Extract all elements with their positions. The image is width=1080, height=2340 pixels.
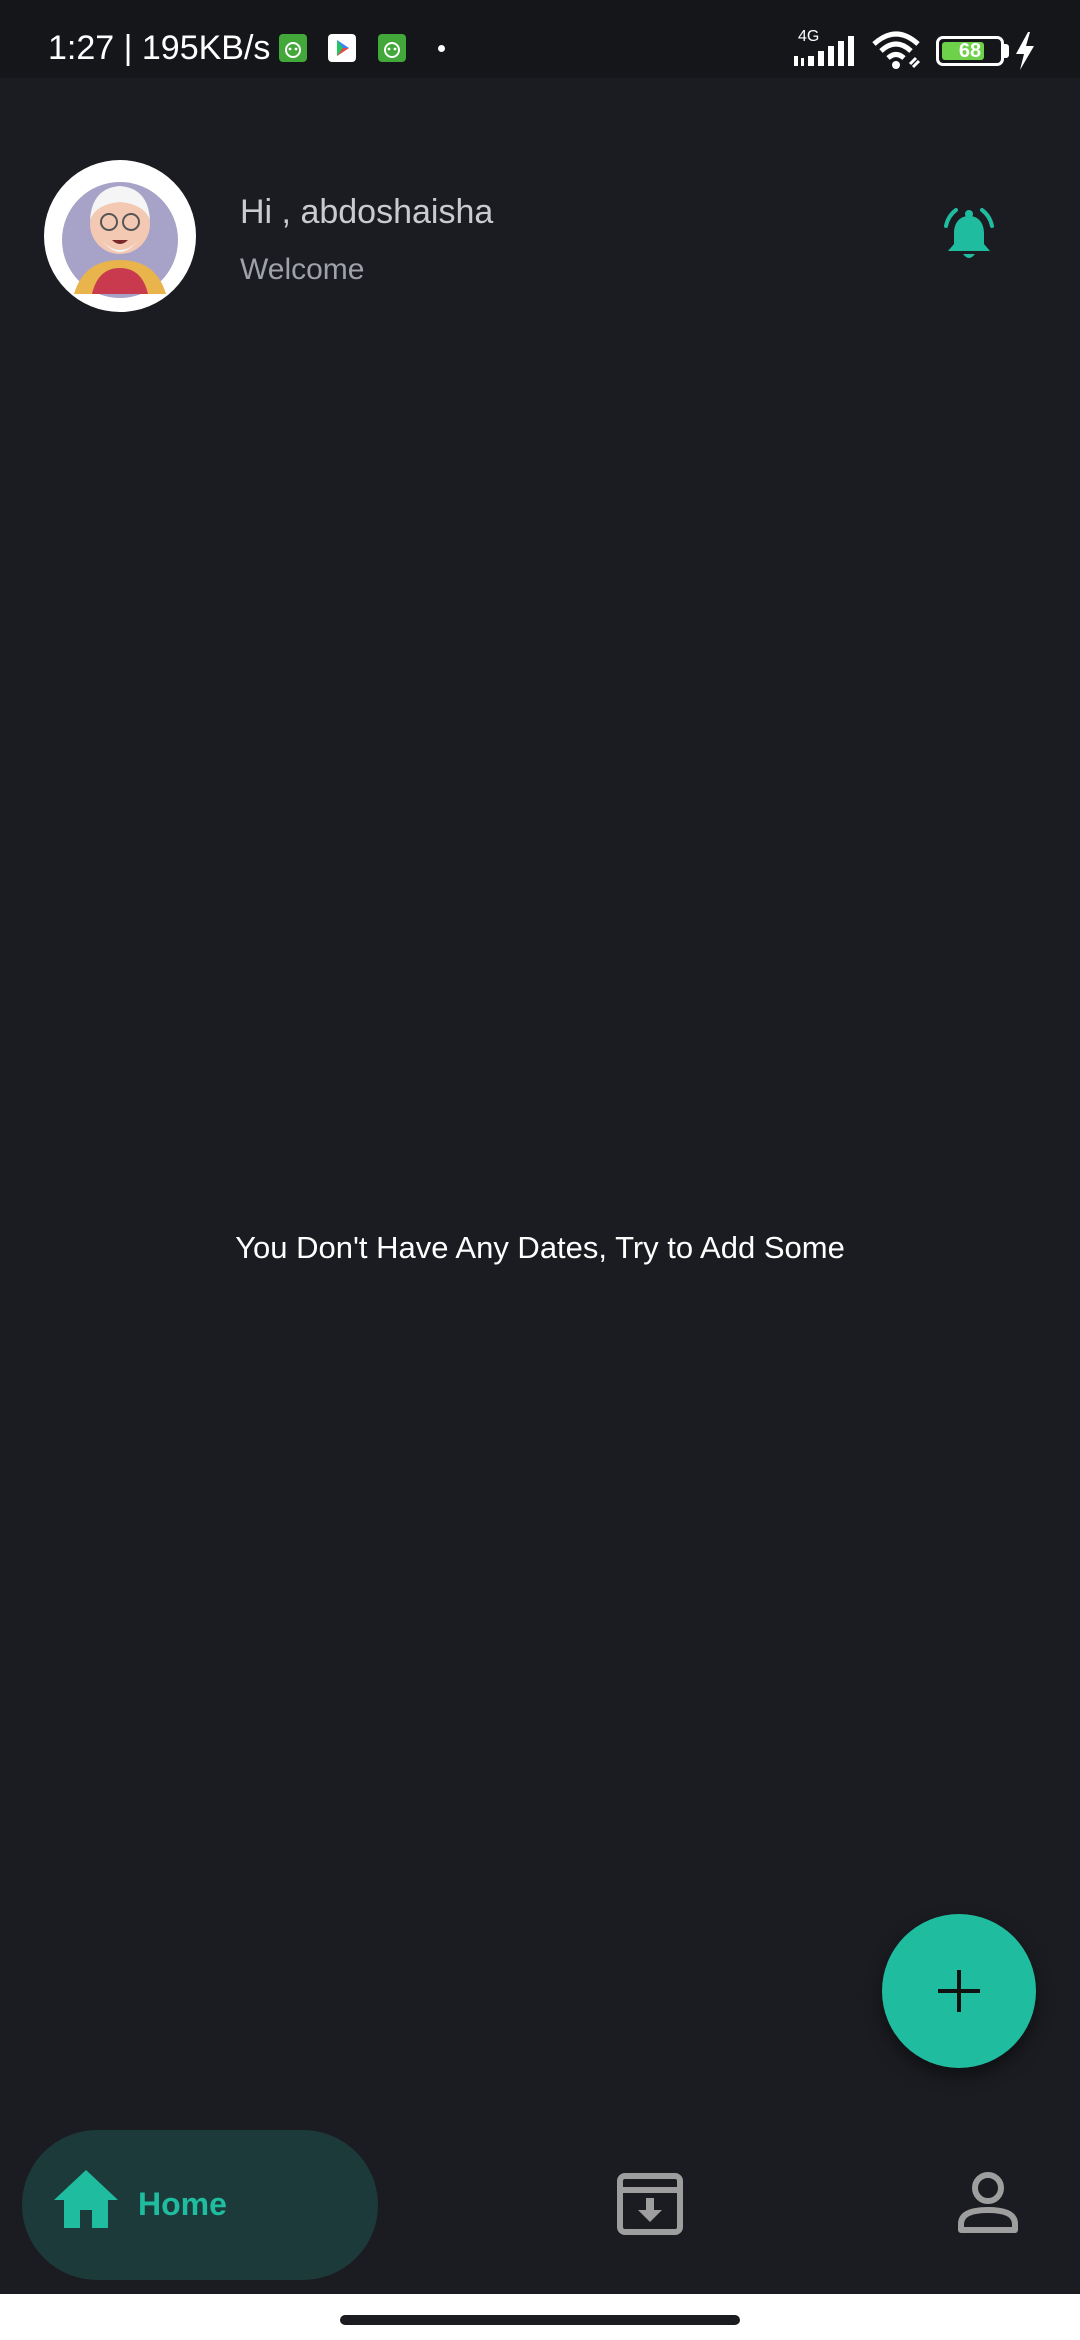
avatar[interactable] [44,160,196,312]
plus-icon [938,1970,980,2012]
bottom-navigation: Home [0,2116,1080,2294]
avatar-illustration-icon [62,182,178,298]
archive-icon[interactable] [614,2166,686,2238]
welcome-text: Welcome [240,253,365,286]
add-date-button[interactable] [882,1914,1036,2068]
charging-icon [1016,32,1034,70]
bell-icon[interactable] [936,204,1002,270]
status-time-speed: 1:27 | 195KB/s [48,29,271,67]
status-bar: 1:27 | 195KB/s 4G 68 [0,0,1080,78]
android-app-icon [378,34,406,62]
gesture-bar-area [0,2294,1080,2340]
wifi-icon [872,31,921,69]
play-store-icon [328,34,356,62]
nav-item-home[interactable]: Home [22,2130,378,2280]
gesture-handle[interactable] [340,2315,740,2325]
signal-icon [794,36,854,66]
android-app-icon [279,34,307,62]
person-icon[interactable] [952,2166,1024,2238]
home-icon [54,2170,118,2228]
battery-icon: 68 [936,36,1004,66]
battery-level: 68 [958,40,982,62]
battery-tip [1004,44,1009,58]
nav-home-label: Home [138,2186,227,2222]
empty-state-message: You Don't Have Any Dates, Try to Add Som… [235,1230,845,1265]
greeting-text: Hi , abdoshaisha [240,193,494,231]
notification-dot [438,45,445,52]
